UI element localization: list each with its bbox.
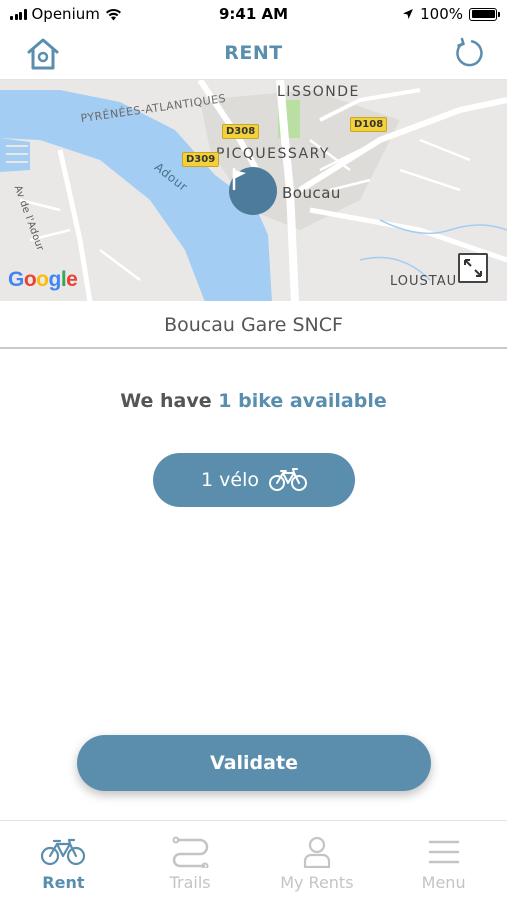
battery-percent: 100% <box>420 5 463 23</box>
tab-my-rents[interactable]: My Rents <box>254 821 381 900</box>
station-name: Boucau Gare SNCF <box>0 301 507 349</box>
availability-count: 1 bike available <box>218 390 387 412</box>
tab-my-rents-icon-wrap <box>294 835 340 869</box>
map-label-loustau: LOUSTAU <box>390 274 458 289</box>
status-bar: Openium 9:41 AM 100% <box>0 0 507 30</box>
menu-icon <box>428 840 459 864</box>
user-icon <box>303 836 330 868</box>
tab-rent-label: Rent <box>42 873 85 892</box>
tab-menu-icon-wrap <box>421 835 467 869</box>
location-arrow-icon <box>403 9 414 19</box>
tab-menu-label: Menu <box>421 873 466 892</box>
page-title: RENT <box>224 42 283 64</box>
map-label-boucau: Boucau <box>282 184 341 202</box>
bike-icon <box>41 838 86 866</box>
tab-my-rents-label: My Rents <box>280 873 354 892</box>
google-logo: Google <box>8 268 78 291</box>
availability-text: We have 1 bike available <box>0 390 507 412</box>
tab-trails-label: Trails <box>169 873 211 892</box>
availability-prefix: We have <box>120 390 212 412</box>
status-right: 100% <box>402 5 500 23</box>
validate-button[interactable]: Validate <box>77 735 431 791</box>
bike-count-button[interactable]: 1 vélo <box>153 453 355 507</box>
expand-map-button[interactable] <box>458 253 488 283</box>
station-map[interactable]: LISSONDE PYRÉNÉES-ATLANTIQUES PICQUESSAR… <box>0 79 507 301</box>
tab-bar: Rent Trails My Rents Menu <box>0 820 507 900</box>
bike-icon <box>268 468 307 491</box>
nav-header: RENT <box>0 30 507 78</box>
tab-rent-icon-wrap <box>40 835 86 869</box>
battery-icon <box>469 7 500 21</box>
expand-icon <box>464 259 482 277</box>
refresh-icon <box>456 37 483 67</box>
map-label-picquessary: PICQUESSARY <box>216 146 330 162</box>
bike-count-label: 1 vélo <box>201 469 259 491</box>
refresh-button[interactable] <box>453 37 485 69</box>
tab-menu[interactable]: Menu <box>380 821 507 900</box>
map-label-lissonde: LISSONDE <box>277 84 360 100</box>
road-badge: D108 <box>350 117 388 132</box>
trail-icon <box>172 836 209 868</box>
battery-fill <box>471 10 495 18</box>
station-pin[interactable] <box>229 167 277 215</box>
tab-trails-icon-wrap <box>167 835 213 869</box>
flag-icon <box>232 167 246 191</box>
tab-trails[interactable]: Trails <box>127 821 254 900</box>
road-badge: D309 <box>182 152 220 167</box>
road-badge: D308 <box>222 124 260 139</box>
tab-rent[interactable]: Rent <box>0 821 127 900</box>
